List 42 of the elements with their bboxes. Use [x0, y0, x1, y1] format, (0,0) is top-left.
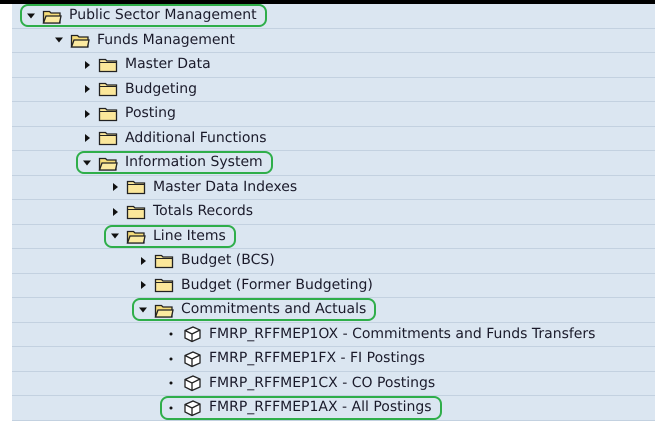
- tree-item[interactable]: Master Data Indexes: [104, 176, 308, 199]
- folder-icon: [154, 277, 174, 294]
- folder-icon: [98, 106, 118, 122]
- tree-item[interactable]: FMRP_RFFMEP1OX - Commitments and Funds Transfers: [160, 322, 606, 346]
- folder-icon: [154, 252, 174, 269]
- expand-arrow-icon[interactable]: [110, 206, 120, 217]
- tree-item[interactable]: Budget (Former Budgeting): [132, 274, 383, 297]
- tree-item[interactable]: Master Data: [76, 53, 221, 76]
- expand-arrow-icon[interactable]: [82, 60, 92, 70]
- tree-item[interactable]: Budget (BCS): [132, 249, 285, 272]
- folder-icon: [98, 56, 118, 73]
- expand-arrow-icon[interactable]: [82, 133, 92, 144]
- cube-icon: [182, 374, 202, 392]
- open-folder-icon: [70, 32, 90, 48]
- folder-icon: [126, 179, 146, 196]
- tree-item[interactable]: Additional Functions: [76, 126, 277, 150]
- expand-arrow-icon[interactable]: [82, 84, 92, 94]
- tree-item[interactable]: Posting: [76, 102, 186, 126]
- expand-arrow-icon[interactable]: [110, 182, 120, 192]
- tree-item[interactable]: Budgeting: [76, 78, 208, 101]
- folder-icon: [126, 204, 146, 220]
- cube-icon: [182, 325, 202, 344]
- tree-item[interactable]: FMRP_RFFMEP1FX - FI Postings: [160, 346, 435, 371]
- collapse-arrow-icon[interactable]: [82, 158, 92, 168]
- tree-item[interactable]: Information System: [76, 151, 273, 174]
- expand-arrow-icon[interactable]: [138, 280, 148, 290]
- tree-item[interactable]: Commitments and Actuals: [132, 298, 376, 322]
- tree-item[interactable]: FMRP_RFFMEP1CX - CO Postings: [160, 371, 446, 396]
- tree-item[interactable]: Public Sector Management: [20, 4, 267, 28]
- folder-icon: [98, 81, 118, 98]
- collapse-arrow-icon[interactable]: [138, 304, 148, 315]
- cube-icon: [182, 350, 202, 368]
- folder-icon: [98, 130, 118, 146]
- tree-item[interactable]: FMRP_RFFMEP1AX - All Postings: [160, 396, 442, 420]
- tree-item[interactable]: Line Items: [104, 224, 236, 248]
- collapse-arrow-icon[interactable]: [26, 10, 36, 21]
- expand-arrow-icon[interactable]: [138, 256, 148, 266]
- expand-arrow-icon[interactable]: [82, 108, 92, 119]
- open-folder-icon: [126, 228, 146, 244]
- cube-icon: [182, 398, 202, 417]
- tree-item[interactable]: Funds Management: [48, 28, 245, 52]
- tree-item[interactable]: Totals Records: [104, 200, 264, 224]
